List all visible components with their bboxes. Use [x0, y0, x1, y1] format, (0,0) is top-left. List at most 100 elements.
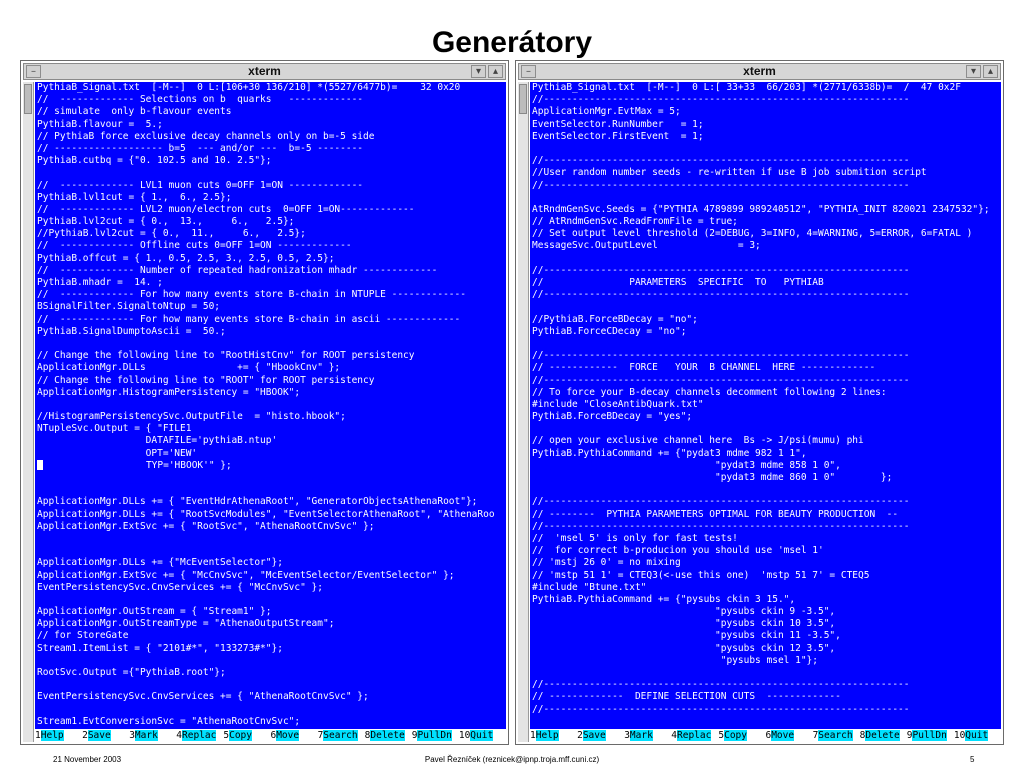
code-line[interactable]: ApplicationMgr.DLLs += { "HbookCnv" }; — [35, 362, 506, 374]
code-line[interactable]: TYP='HBOOK'" }; — [35, 460, 506, 472]
code-line[interactable]: ApplicationMgr.DLLs += { "RootSvcModules… — [35, 509, 506, 521]
code-line[interactable]: // ------------- For how many events sto… — [35, 289, 506, 301]
fkey-save[interactable]: 2Save — [577, 729, 624, 742]
code-line[interactable]: //User random number seeds - re-written … — [530, 167, 1001, 179]
code-line[interactable]: ApplicationMgr.DLLs += {"McEventSelector… — [35, 557, 506, 569]
code-line[interactable]: PythiaB.lvl1cut = { 1., 6., 2.5}; — [35, 192, 506, 204]
code-line[interactable] — [35, 655, 506, 667]
code-line[interactable]: "pysubs ckin 12 3.5", — [530, 643, 1001, 655]
scrollbar[interactable] — [518, 82, 529, 742]
scrollbar[interactable] — [23, 82, 34, 742]
code-line[interactable]: #include "CloseAntibQuark.txt" — [530, 399, 1001, 411]
fkey-search[interactable]: 7Search — [318, 729, 365, 742]
terminal-screen[interactable]: PythiaB_Signal.txt [-M--] 0 L:[106+30 13… — [35, 82, 506, 742]
maximize-icon[interactable]: ▴ — [488, 65, 503, 78]
code-line[interactable]: // open your exclusive channel here Bs -… — [530, 435, 1001, 447]
fkey-search[interactable]: 7Search — [813, 729, 860, 742]
code-line[interactable]: BSignalFilter.SignaltoNtup = 50; — [35, 301, 506, 313]
code-line[interactable] — [530, 484, 1001, 496]
code-line[interactable]: ApplicationMgr.OutStream = { "Stream1" }… — [35, 606, 506, 618]
code-line[interactable]: // ------------- LVL2 muon/electron cuts… — [35, 204, 506, 216]
code-line[interactable]: //--------------------------------------… — [530, 94, 1001, 106]
code-line[interactable]: // Change the following line to "ROOT" f… — [35, 375, 506, 387]
code-line[interactable] — [35, 545, 506, 557]
code-line[interactable]: #include "Btune.txt" — [530, 582, 1001, 594]
code-line[interactable]: PythiaB.cutbq = {"0. 102.5 and 10. 2.5"}… — [35, 155, 506, 167]
code-line[interactable]: PythiaB.SignalDumptoAscii = 50.; — [35, 326, 506, 338]
terminal-screen[interactable]: PythiaB_Signal.txt [-M--] 0 L:[ 33+33 66… — [530, 82, 1001, 742]
code-line[interactable]: EventPersistencySvc.CnvServices += { "Mc… — [35, 582, 506, 594]
code-line[interactable]: //--------------------------------------… — [530, 375, 1001, 387]
code-line[interactable]: PythiaB.mhadr = 14. ; — [35, 277, 506, 289]
code-line[interactable] — [35, 338, 506, 350]
code-line[interactable] — [530, 338, 1001, 350]
code-line[interactable]: // To force your B-decay channels decomm… — [530, 387, 1001, 399]
code-line[interactable]: ApplicationMgr.HistogramPersistency = "H… — [35, 387, 506, 399]
code-line[interactable]: //--------------------------------------… — [530, 679, 1001, 691]
code-line[interactable]: "pysubs msel 1"}; — [530, 655, 1001, 667]
code-line[interactable]: PythiaB.PythiaCommand += {"pysubs ckin 3… — [530, 594, 1001, 606]
fkey-mark[interactable]: 3Mark — [624, 729, 671, 742]
xterm-window-left[interactable]: – xterm ▾ ▴ PythiaB_Signal.txt [-M--] 0 … — [20, 60, 509, 745]
code-line[interactable]: Stream1.EvtConversionSvc = "AthenaRootCn… — [35, 716, 506, 728]
code-line[interactable] — [35, 533, 506, 545]
code-line[interactable]: // for correct b-producion you should us… — [530, 545, 1001, 557]
fkey-delete[interactable]: 8Delete — [860, 729, 907, 742]
code-line[interactable]: //--------------------------------------… — [530, 704, 1001, 716]
code-line[interactable]: ApplicationMgr.ExtSvc += { "RootSvc", "A… — [35, 521, 506, 533]
code-line[interactable]: //--------------------------------------… — [530, 155, 1001, 167]
code-line[interactable]: PythiaB.offcut = { 1., 0.5, 2.5, 3., 2.5… — [35, 253, 506, 265]
fkey-pulldn[interactable]: 9PullDn — [412, 729, 459, 742]
code-line[interactable]: // ------------- LVL1 muon cuts 0=OFF 1=… — [35, 180, 506, 192]
xterm-window-right[interactable]: – xterm ▾ ▴ PythiaB_Signal.txt [-M--] 0 … — [515, 60, 1004, 745]
code-line[interactable]: //HistogramPersistencySvc.OutputFile = "… — [35, 411, 506, 423]
code-line[interactable]: // simulate only b-flavour events — [35, 106, 506, 118]
code-line[interactable]: // ------------------- b=5 --- and/or --… — [35, 143, 506, 155]
minimize-icon[interactable]: ▾ — [471, 65, 486, 78]
code-line[interactable]: // ------------- For how many events sto… — [35, 314, 506, 326]
fkey-delete[interactable]: 8Delete — [365, 729, 412, 742]
code-line[interactable]: //PythiaB.ForceBDecay = "no"; — [530, 314, 1001, 326]
code-line[interactable]: //--------------------------------------… — [530, 521, 1001, 533]
code-line[interactable] — [530, 143, 1001, 155]
fkey-help[interactable]: 1Help — [35, 729, 82, 742]
code-line[interactable]: //--------------------------------------… — [530, 265, 1001, 277]
code-line[interactable]: EventPersistencySvc.CnvServices += { "At… — [35, 691, 506, 703]
fkey-copy[interactable]: 5Copy — [223, 729, 270, 742]
fkey-replac[interactable]: 4Replac — [671, 729, 718, 742]
code-line[interactable]: //--------------------------------------… — [530, 289, 1001, 301]
code-line[interactable]: "pydat3 mdme 858 1 0", — [530, 460, 1001, 472]
code-line[interactable]: // ------------- Offline cuts 0=OFF 1=ON… — [35, 240, 506, 252]
code-line[interactable] — [35, 167, 506, 179]
fkey-quit[interactable]: 10Quit — [459, 729, 506, 742]
code-line[interactable]: ApplicationMgr.EvtMax = 5; — [530, 106, 1001, 118]
scrollbar-thumb[interactable] — [24, 84, 32, 114]
code-line[interactable]: "pysubs ckin 9 -3.5", — [530, 606, 1001, 618]
code-line[interactable]: // for StoreGate — [35, 630, 506, 642]
code-line[interactable]: ApplicationMgr.DLLs += { "EventHdrAthena… — [35, 496, 506, 508]
code-line[interactable]: // ------------- Number of repeated hadr… — [35, 265, 506, 277]
code-line[interactable] — [35, 472, 506, 484]
code-line[interactable]: // ------------- DEFINE SELECTION CUTS -… — [530, 691, 1001, 703]
scrollbar-thumb[interactable] — [519, 84, 527, 114]
code-line[interactable]: PythiaB.PythiaCommand += {"pydat3 mdme 9… — [530, 448, 1001, 460]
fkey-help[interactable]: 1Help — [530, 729, 577, 742]
code-line[interactable]: //--------------------------------------… — [530, 350, 1001, 362]
fkey-pulldn[interactable]: 9PullDn — [907, 729, 954, 742]
code-line[interactable]: // 'mstj 26 0' = no mixing — [530, 557, 1001, 569]
code-line[interactable]: RootSvc.Output ={"PythiaB.root"}; — [35, 667, 506, 679]
code-line[interactable]: // PARAMETERS SPECIFIC TO PYTHIAB — [530, 277, 1001, 289]
code-line[interactable]: PythiaB.flavour = 5.; — [35, 119, 506, 131]
title-bar[interactable]: – xterm ▾ ▴ — [23, 63, 506, 80]
fkey-save[interactable]: 2Save — [82, 729, 129, 742]
code-line[interactable]: // Set output level threshold (2=DEBUG, … — [530, 228, 1001, 240]
code-line[interactable]: //PythiaB.lvl2cut = { 0., 11., 6., 2.5}; — [35, 228, 506, 240]
fkey-copy[interactable]: 5Copy — [718, 729, 765, 742]
code-line[interactable] — [530, 667, 1001, 679]
code-line[interactable]: // Change the following line to "RootHis… — [35, 350, 506, 362]
code-line[interactable] — [35, 484, 506, 496]
code-line[interactable]: EventSelector.RunNumber = 1; — [530, 119, 1001, 131]
code-line[interactable]: // AtRndmGenSvc.ReadFromFile = true; — [530, 216, 1001, 228]
code-line[interactable]: EventSelector.FirstEvent = 1; — [530, 131, 1001, 143]
code-line[interactable]: // ------------- Selections on b quarks … — [35, 94, 506, 106]
